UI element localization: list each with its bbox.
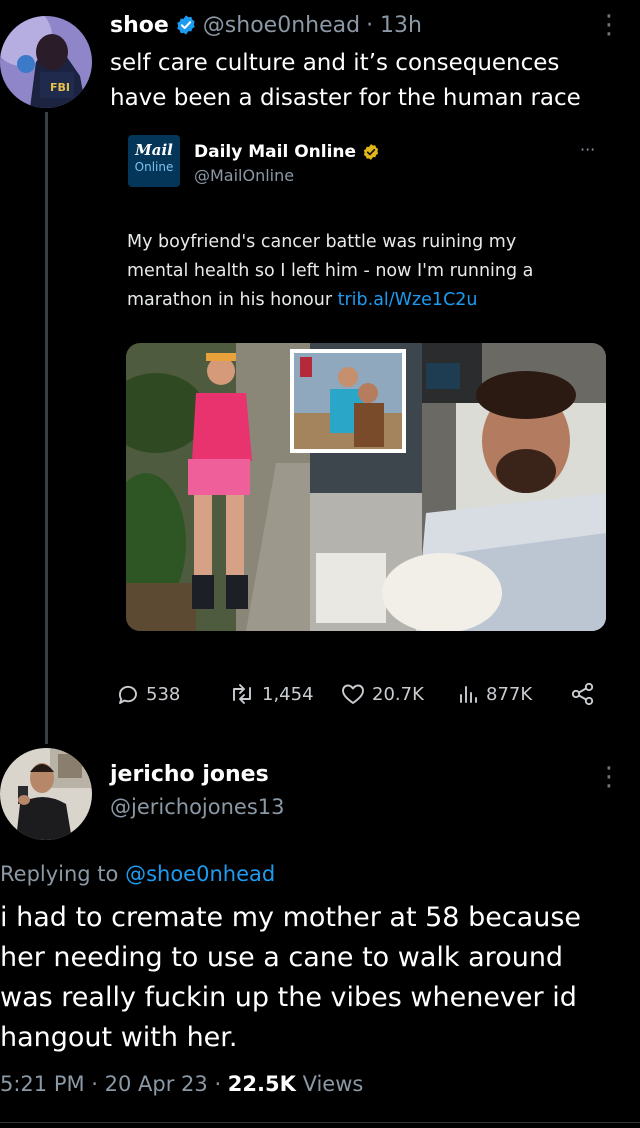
views-chart-icon <box>460 686 477 703</box>
reply-display-name[interactable]: jericho jones <box>110 762 269 787</box>
reply-icon <box>118 685 137 704</box>
retweet-count-value: 1,454 <box>262 683 314 705</box>
replying-to-prefix: Replying to <box>0 862 126 886</box>
like-count-value: 20.7K <box>372 683 424 705</box>
quoted-handle[interactable]: @MailOnline <box>194 166 294 185</box>
avatar-jericho-image <box>0 748 92 840</box>
tweet-text-line: self care culture and it’s consequences <box>110 50 560 76</box>
bottom-divider <box>0 1122 640 1123</box>
share-icon[interactable] <box>570 682 596 710</box>
retweet-icon <box>233 684 251 704</box>
tweet-header: shoe @shoe0nhead · 13h <box>110 10 422 40</box>
view-count-value: 877K <box>486 683 533 705</box>
avatar-jericho[interactable] <box>0 748 92 840</box>
reply-more-icon[interactable]: ⋮ <box>596 764 622 790</box>
verified-gold-badge-icon <box>363 144 379 160</box>
photo-collage-image <box>126 343 606 631</box>
avatar-fbi-lettering: FBI <box>50 81 70 94</box>
quoted-display-name[interactable]: Daily Mail Online <box>194 142 356 162</box>
reply-view-label: Views <box>295 1072 364 1096</box>
avatar-shoe[interactable]: FBI <box>0 16 92 108</box>
tweet-text: self care culture and it’s consequences … <box>110 46 581 116</box>
reply-timestamp: 5:21 PM · 20 Apr 23 · 22.5K Views <box>0 1072 363 1096</box>
tweet-handle[interactable]: @shoe0nhead <box>203 13 360 38</box>
replying-to-handle[interactable]: @shoe0nhead <box>125 862 275 886</box>
reply-text-line: i had to cremate my mother at 58 because <box>0 902 582 933</box>
quoted-text-line: mental health so I left him - now I'm ru… <box>127 261 534 281</box>
tweet-display-name[interactable]: shoe <box>110 13 169 38</box>
reply-count[interactable]: 538 <box>116 682 180 706</box>
quoted-header: Daily Mail Online <box>194 142 380 162</box>
thread-connector-line <box>45 112 48 744</box>
heart-icon <box>342 684 364 704</box>
reply-handle[interactable]: @jerichojones13 <box>110 795 285 819</box>
quoted-article-photo[interactable] <box>126 343 606 631</box>
reply-text: i had to cremate my mother at 58 because… <box>0 898 640 1058</box>
quoted-text-prefix: marathon in his honour <box>127 290 338 310</box>
quoted-text-line: My boyfriend's cancer battle was ruining… <box>127 232 517 252</box>
logo-online-text: Online <box>134 160 174 174</box>
avatar-shoe-image: FBI <box>0 16 92 108</box>
retweet-count[interactable]: 1,454 <box>228 682 314 706</box>
reply-text-line: hangout with her. <box>0 1022 238 1053</box>
quoted-text: My boyfriend's cancer battle was ruining… <box>127 228 533 315</box>
reply-view-count: 22.5K <box>227 1072 296 1096</box>
reply-time[interactable]: 5:21 PM · 20 Apr 23 · <box>0 1072 228 1096</box>
logo-mail-text: Mail <box>135 141 173 159</box>
quoted-more-icon[interactable]: ··· <box>580 140 595 159</box>
like-count[interactable]: 20.7K <box>340 682 424 706</box>
quoted-text-line: marathon in his honour trib.al/Wze1C2u <box>127 286 533 315</box>
reply-text-line: was really fuckin up the vibes whenever … <box>0 982 577 1013</box>
reply-text-line: her needing to use a cane to walk around <box>0 942 564 973</box>
reply-count-value: 538 <box>146 683 181 705</box>
verified-badge-icon <box>177 15 195 35</box>
replying-to: Replying to @shoe0nhead <box>0 862 275 886</box>
tweet-more-icon[interactable]: ⋮ <box>596 12 622 38</box>
tweet-text-line: have been a disaster for the human race <box>110 85 581 111</box>
view-count[interactable]: 877K <box>456 682 532 706</box>
tweet-time-ago[interactable]: · 13h <box>366 13 422 38</box>
quoted-article-link[interactable]: trib.al/Wze1C2u <box>338 290 478 310</box>
daily-mail-logo[interactable]: Mail Online <box>128 135 180 187</box>
